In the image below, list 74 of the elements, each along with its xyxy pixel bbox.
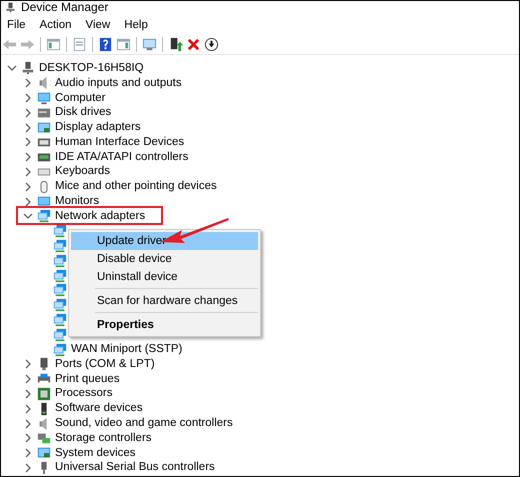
expand-chevron-icon[interactable] [23,182,33,192]
menu-item[interactable]: Properties [71,316,258,334]
expand-chevron-icon[interactable] [23,137,33,148]
tree-item[interactable]: Disk drives [55,105,112,120]
menu-item[interactable]: Disable device [71,250,258,268]
disk-drive-icon [37,106,51,120]
tree-item[interactable]: Audio inputs and outputs [55,76,182,91]
network-adapter-icon [37,209,51,224]
expand-chevron-icon[interactable] [23,78,33,88]
processor-icon [37,386,51,401]
delete-icon[interactable] [186,36,201,52]
console-tree-icon[interactable] [46,36,61,52]
network-adapter-icon [53,268,67,283]
tree-item[interactable]: Keyboards [55,164,110,180]
menu-bar-item[interactable]: Help [123,19,149,31]
tree-item[interactable]: Computer [55,90,106,106]
expand-chevron-icon[interactable] [23,196,33,207]
monitor-icon [37,90,51,105]
tree-item[interactable]: Storage controllers [55,430,152,446]
tree-item[interactable]: WAN Miniport (SSTP) [71,342,182,358]
expand-chevron-icon[interactable] [23,166,33,177]
tree-item[interactable]: IDE ATA/ATAPI controllers [55,150,188,165]
network-adapter-icon [53,298,67,312]
help-icon[interactable] [98,36,113,52]
expand-chevron-icon[interactable] [23,418,33,429]
expand-chevron-icon[interactable] [23,92,33,103]
tree-item[interactable]: Universal Serial Bus controllers [55,460,215,476]
menu-bar-item[interactable]: Action [38,19,72,31]
update-driver-icon[interactable] [168,36,183,52]
tree-item[interactable]: Display adapters [55,120,141,136]
expand-chevron-icon[interactable] [23,388,33,399]
download-circle-icon[interactable] [204,36,219,52]
menu-item[interactable]: Scan for hardware changes [71,292,258,310]
collapse-chevron-icon[interactable] [7,63,17,74]
tree-item[interactable]: Print queues [55,372,120,387]
window-title: Device Manager [21,1,108,14]
network-adapter-icon [53,238,67,253]
expand-chevron-icon[interactable] [23,374,33,384]
tree-item[interactable]: Software devices [55,401,143,416]
tree-item[interactable]: System devices [55,446,136,461]
expand-chevron-icon[interactable] [23,152,33,162]
network-adapter-icon [53,254,67,268]
menu-bar-item[interactable]: View [84,19,112,31]
device-manager-icon [5,2,16,12]
expand-chevron-icon[interactable] [23,359,33,370]
tree-item[interactable]: Mice and other pointing devices [55,179,217,194]
tree-item[interactable]: DESKTOP-16H58IQ [39,60,144,76]
properties-icon[interactable] [72,36,87,52]
menu-item[interactable]: Update driver [71,232,258,250]
storage-icon [37,431,51,446]
menu-item[interactable]: Uninstall device [71,268,258,286]
tree-item[interactable]: Sound, video and game controllers [55,416,233,432]
expand-chevron-icon[interactable] [23,462,33,473]
tree-item[interactable]: Network adapters [55,208,146,224]
display-adapter-icon [37,446,51,460]
network-adapter-icon [53,328,67,342]
network-adapter-icon [53,342,67,357]
network-adapter-icon [53,283,67,298]
expand-chevron-icon[interactable] [23,122,33,133]
computer-icon [21,61,35,76]
tree-item[interactable]: Human Interface Devices [55,134,184,150]
tree-item[interactable]: Processors [55,386,113,402]
tree-item[interactable]: Ports (COM & LPT) [55,356,155,372]
collapse-chevron-icon[interactable] [23,211,33,222]
display-adapter-icon [37,120,51,135]
network-adapter-icon [53,312,67,327]
expand-chevron-icon[interactable] [23,433,33,444]
tree-item[interactable]: Monitors [55,194,100,210]
monitor-scan-icon[interactable] [142,36,157,52]
expand-chevron-icon[interactable] [23,404,33,414]
expand-chevron-icon[interactable] [23,448,33,458]
expand-chevron-icon[interactable] [23,108,33,118]
network-adapter-icon [53,224,67,238]
menu-bar-item[interactable]: File [6,19,27,31]
